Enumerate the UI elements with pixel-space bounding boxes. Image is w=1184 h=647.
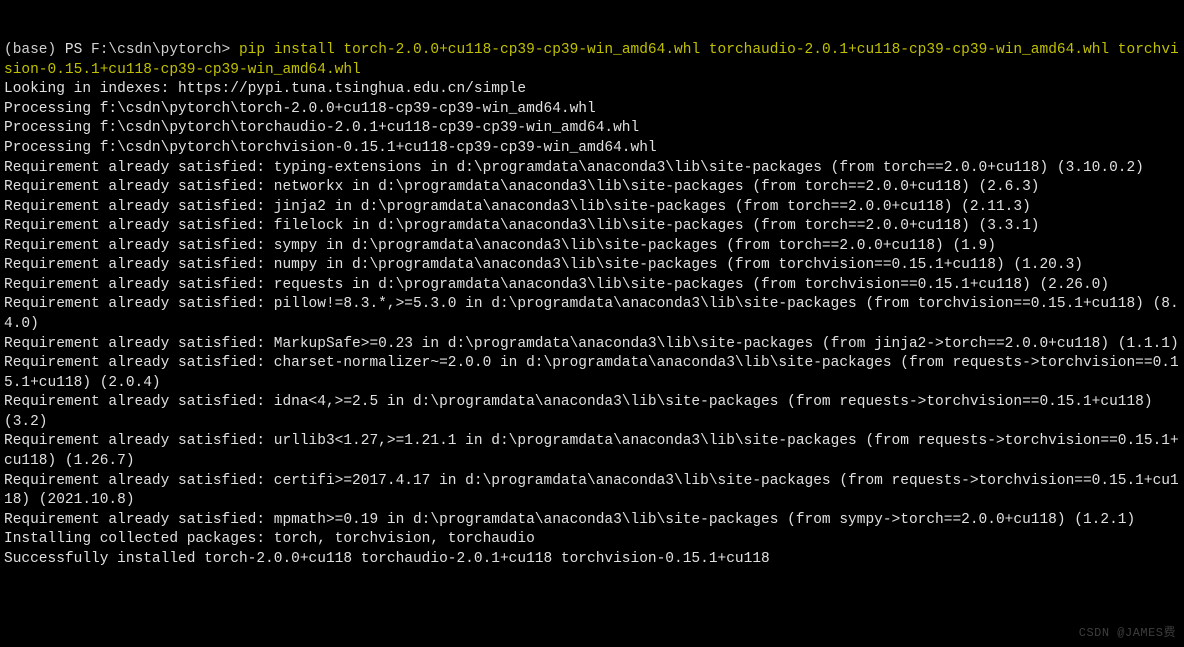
output-line: Installing collected packages: torch, to… (4, 530, 1180, 550)
output-line: Requirement already satisfied: idna<4,>=… (4, 393, 1180, 432)
prompt-line: (base) PS F:\csdn\pytorch> pip install t… (4, 41, 1180, 80)
output-line: Requirement already satisfied: MarkupSaf… (4, 335, 1180, 355)
watermark-text: CSDN @JAMES费 (1079, 625, 1176, 641)
output-line: Processing f:\csdn\pytorch\torchvision-0… (4, 139, 1180, 159)
output-line: Requirement already satisfied: urllib3<1… (4, 432, 1180, 471)
output-line: Requirement already satisfied: typing-ex… (4, 159, 1180, 179)
output-line: Successfully installed torch-2.0.0+cu118… (4, 550, 1180, 570)
prompt-env: (base) (4, 42, 56, 58)
prompt-path: F:\csdn\pytorch> (91, 42, 230, 58)
output-line: Requirement already satisfied: filelock … (4, 217, 1180, 237)
output-line: Looking in indexes: https://pypi.tuna.ts… (4, 80, 1180, 100)
output-line: Requirement already satisfied: charset-n… (4, 354, 1180, 393)
output-line: Processing f:\csdn\pytorch\torch-2.0.0+c… (4, 100, 1180, 120)
output-line: Requirement already satisfied: mpmath>=0… (4, 511, 1180, 531)
output-line: Requirement already satisfied: requests … (4, 276, 1180, 296)
output-line: Requirement already satisfied: certifi>=… (4, 472, 1180, 511)
output-line: Requirement already satisfied: pillow!=8… (4, 295, 1180, 334)
output-line: Processing f:\csdn\pytorch\torchaudio-2.… (4, 119, 1180, 139)
output-line: Requirement already satisfied: numpy in … (4, 256, 1180, 276)
output-line: Requirement already satisfied: networkx … (4, 178, 1180, 198)
output-line: Requirement already satisfied: sympy in … (4, 237, 1180, 257)
prompt-shell: PS (65, 42, 82, 58)
terminal-output[interactable]: (base) PS F:\csdn\pytorch> pip install t… (4, 2, 1180, 589)
output-line: Requirement already satisfied: jinja2 in… (4, 198, 1180, 218)
